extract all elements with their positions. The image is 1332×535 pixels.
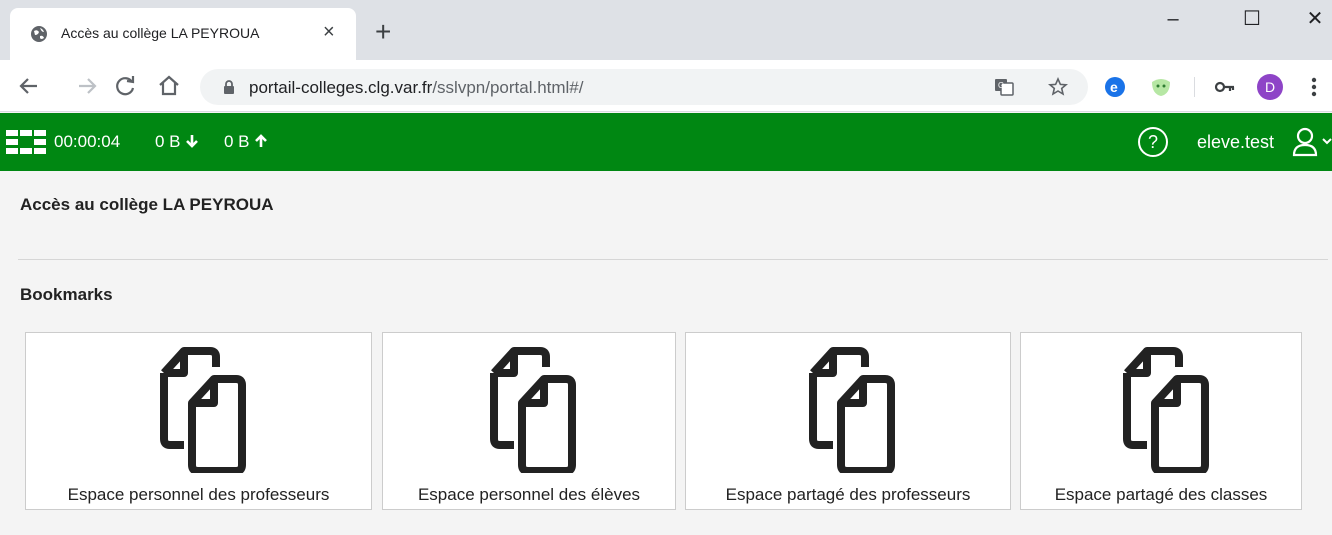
copy-files-icon [490, 347, 576, 473]
close-window-button[interactable]: ✕ [1292, 8, 1332, 38]
url-text: portail-colleges.clg.var.fr/sslvpn/porta… [249, 78, 584, 97]
section-title-bookmarks: Bookmarks [20, 285, 113, 304]
bookmark-card-espace-partage-professeurs[interactable]: Espace partagé des professeurs [685, 332, 1011, 510]
bytes-uploaded: 0 B [224, 132, 267, 152]
new-tab-button[interactable]: + [375, 18, 391, 46]
arrow-down-icon [185, 135, 198, 148]
bytes-downloaded: 0 B [155, 132, 198, 152]
bookmark-label: Espace personnel des élèves [417, 485, 641, 504]
copy-files-icon [1123, 347, 1209, 473]
username-label[interactable]: eleve.test [1197, 132, 1274, 153]
svg-text:e: e [1110, 79, 1118, 95]
back-arrow-icon[interactable] [16, 73, 42, 99]
toolbar-separator [1194, 77, 1195, 97]
address-bar[interactable]: portail-colleges.clg.var.fr/sslvpn/porta… [200, 69, 1088, 105]
home-icon[interactable] [156, 73, 182, 99]
lock-icon [224, 80, 234, 94]
page-title: Accès au collège LA PEYROUA [20, 195, 274, 214]
copy-files-icon [160, 347, 246, 473]
user-icon[interactable] [1291, 127, 1319, 157]
arrow-up-icon [254, 134, 267, 147]
bookmark-card-espace-personnel-professeurs[interactable]: Espace personnel des professeurs [25, 332, 372, 510]
bookmark-label: Espace personnel des professeurs [67, 485, 330, 504]
extension-shield-icon[interactable] [1150, 76, 1172, 98]
forward-arrow-icon[interactable] [74, 73, 100, 99]
more-menu-icon[interactable] [1304, 74, 1324, 100]
key-icon[interactable] [1214, 76, 1236, 98]
browser-toolbar: portail-colleges.clg.var.fr/sslvpn/porta… [0, 60, 1332, 112]
copy-files-icon [809, 347, 895, 473]
chevron-down-icon[interactable] [1322, 136, 1332, 146]
bookmark-star-icon[interactable] [1048, 77, 1068, 97]
reload-icon[interactable] [112, 73, 138, 99]
maximize-button[interactable]: ☐ [1229, 8, 1275, 38]
browser-tab[interactable]: Accès au collège LA PEYROUA × [10, 8, 356, 60]
minimize-button[interactable]: – [1150, 8, 1196, 38]
browser-tab-strip: Accès au collège LA PEYROUA × + – ☐ ✕ [0, 0, 1332, 60]
help-button[interactable]: ? [1138, 127, 1168, 157]
extension-e-icon[interactable]: e [1104, 76, 1126, 98]
tab-close-button[interactable]: × [323, 22, 335, 42]
bookmark-card-espace-personnel-eleves[interactable]: Espace personnel des élèves [382, 332, 676, 510]
bookmark-label: Espace partagé des classes [1054, 485, 1268, 504]
divider [18, 259, 1328, 260]
fortinet-logo-icon[interactable] [6, 130, 46, 154]
profile-avatar[interactable]: D [1257, 74, 1283, 100]
bookmark-card-espace-partage-classes[interactable]: Espace partagé des classes [1020, 332, 1302, 510]
globe-icon [31, 26, 47, 42]
app-header: 00:00:04 0 B 0 B ? eleve.test [0, 113, 1332, 171]
connection-timer: 00:00:04 [54, 132, 121, 151]
translate-icon[interactable]: G [994, 77, 1014, 97]
svg-text:G: G [998, 81, 1004, 90]
bookmark-label: Espace partagé des professeurs [725, 485, 971, 504]
tab-title: Accès au collège LA PEYROUA [61, 25, 260, 41]
